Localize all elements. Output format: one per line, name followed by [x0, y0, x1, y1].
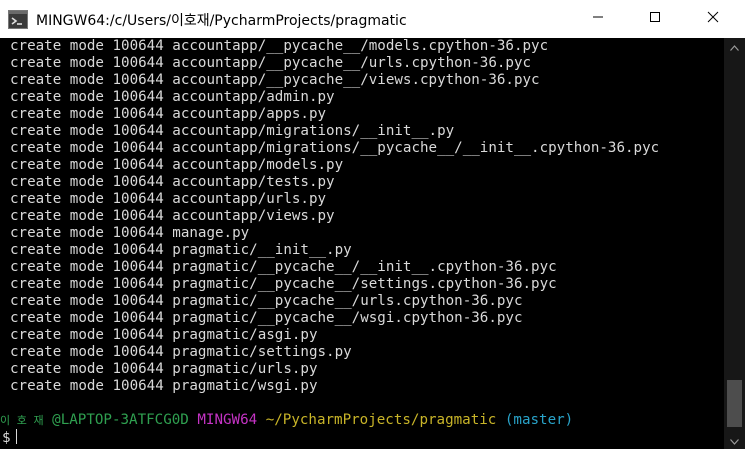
prompt-path: ~/PycharmProjects/pragmatic	[265, 412, 497, 428]
scroll-up-arrow-icon	[730, 38, 739, 56]
output-line: create mode 100644 pragmatic/asgi.py	[10, 327, 318, 343]
output-line: create mode 100644 pragmatic/__pycache__…	[10, 293, 523, 309]
scroll-up-button[interactable]	[724, 38, 745, 55]
output-line: create mode 100644 pragmatic/__init__.py	[10, 242, 352, 258]
prompt-user: 이 호 재	[0, 414, 44, 427]
output-line: create mode 100644 accountapp/migrations…	[10, 140, 660, 156]
output-line: create mode 100644 accountapp/__pycache_…	[10, 72, 540, 88]
mingw-terminal-icon	[8, 10, 28, 29]
output-line: create mode 100644 accountapp/views.py	[10, 208, 335, 224]
prompt-symbol: $	[2, 430, 11, 446]
vertical-scrollbar[interactable]	[724, 38, 745, 449]
output-line: create mode 100644 accountapp/__pycache_…	[10, 38, 549, 54]
scroll-down-arrow-icon	[730, 432, 739, 449]
command-input-line[interactable]: $	[2, 429, 17, 447]
output-line: create mode 100644 accountapp/__pycache_…	[10, 55, 532, 71]
minimize-icon	[592, 10, 604, 28]
minimize-button[interactable]	[575, 0, 621, 38]
prompt-host: @LAPTOP-3ATFCG0D	[52, 412, 189, 428]
close-icon	[707, 10, 719, 28]
output-line: create mode 100644 accountapp/tests.py	[10, 174, 335, 190]
output-line: create mode 100644 accountapp/urls.py	[10, 191, 327, 207]
output-line: create mode 100644 pragmatic/__pycache__…	[10, 259, 557, 275]
output-line: create mode 100644 accountapp/apps.py	[10, 106, 327, 122]
text-cursor	[15, 429, 17, 444]
close-button[interactable]	[690, 0, 736, 38]
output-line: create mode 100644 manage.py	[10, 225, 250, 241]
terminal-output[interactable]: create mode 100644 accountapp/__pycache_…	[0, 38, 724, 449]
output-line: create mode 100644 accountapp/models.py	[10, 157, 344, 173]
maximize-icon	[649, 10, 661, 28]
output-line: create mode 100644 accountapp/admin.py	[10, 89, 335, 105]
scroll-down-button[interactable]	[724, 432, 745, 449]
terminal-window: MINGW64:/c/Users/이호재/PycharmProjects/pra…	[0, 0, 745, 449]
output-line: create mode 100644 pragmatic/urls.py	[10, 361, 318, 377]
maximize-button[interactable]	[632, 0, 678, 38]
output-line: create mode 100644 pragmatic/__pycache__…	[10, 310, 523, 326]
title-bar[interactable]: MINGW64:/c/Users/이호재/PycharmProjects/pra…	[0, 0, 745, 38]
output-line: create mode 100644 pragmatic/__pycache__…	[10, 276, 557, 292]
prompt-system: MINGW64	[197, 412, 258, 428]
prompt-branch: (master)	[504, 412, 574, 428]
window-title: MINGW64:/c/Users/이호재/PycharmProjects/pra…	[36, 13, 407, 29]
output-line: create mode 100644 accountapp/migrations…	[10, 123, 455, 139]
scrollbar-thumb[interactable]	[727, 380, 742, 427]
shell-prompt: 이 호 재 @LAPTOP-3ATFCG0D MINGW64 ~/Pycharm…	[0, 412, 573, 429]
output-line: create mode 100644 pragmatic/wsgi.py	[10, 378, 318, 394]
output-line: create mode 100644 pragmatic/settings.py	[10, 344, 352, 360]
